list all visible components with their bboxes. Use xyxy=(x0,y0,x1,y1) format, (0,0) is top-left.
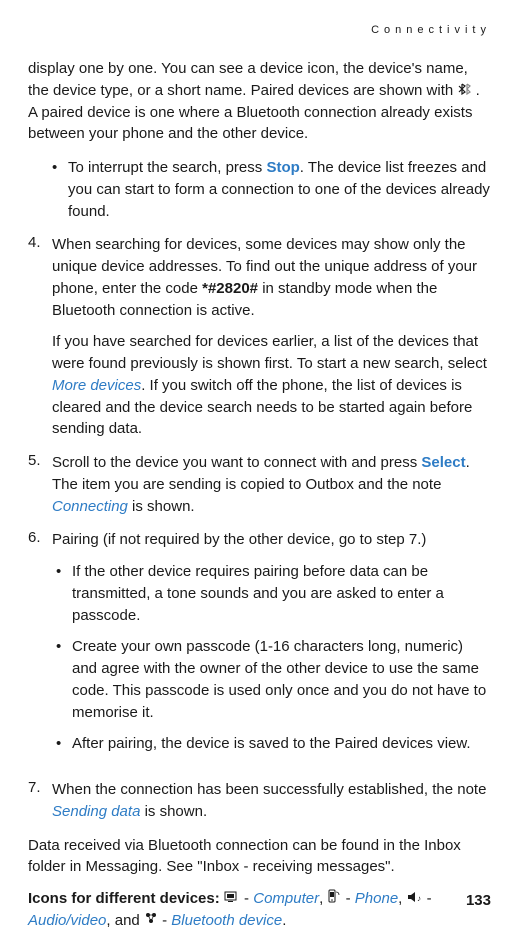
step-7: 7. When the connection has been successf… xyxy=(28,779,491,823)
step-4: 4. When searching for devices, some devi… xyxy=(28,234,491,440)
step-content: Scroll to the device you want to connect… xyxy=(52,452,491,517)
audio-video-label: Audio/video xyxy=(28,912,106,929)
step4-p2-a: If you have searched for devices earlier… xyxy=(52,333,487,372)
step-number: 4. xyxy=(28,234,52,440)
dash: - xyxy=(341,890,354,907)
intro-bullet-list: To interrupt the search, press Stop. The… xyxy=(28,157,491,222)
step-number: 5. xyxy=(28,452,52,517)
comma: , xyxy=(319,890,327,907)
step-6: 6. Pairing (if not required by the other… xyxy=(28,529,491,767)
svg-text:♪: ♪ xyxy=(417,894,421,903)
more-devices-label: More devices xyxy=(52,377,141,394)
paired-bluetooth-icon xyxy=(457,80,471,102)
page-number: 133 xyxy=(466,892,491,909)
phone-label: Phone xyxy=(355,890,398,907)
step5-text-c: is shown. xyxy=(128,498,195,515)
icons-label: Icons for different devices: xyxy=(28,890,220,907)
audio-video-icon: ♪ xyxy=(407,888,423,910)
stop-action-label: Stop xyxy=(266,159,299,176)
list-item: After pairing, the device is saved to th… xyxy=(56,733,491,755)
step-content: Pairing (if not required by the other de… xyxy=(52,529,491,767)
page-header-title: Connectivity xyxy=(28,24,491,36)
bluetooth-device-icon xyxy=(144,910,158,932)
icons-legend: Icons for different devices: - Computer,… xyxy=(28,888,491,932)
step4-code: *#2820# xyxy=(202,280,258,297)
step6-text: Pairing (if not required by the other de… xyxy=(52,529,491,551)
list-item: If the other device requires pairing bef… xyxy=(56,561,491,626)
list-item: To interrupt the search, press Stop. The… xyxy=(52,157,491,222)
sending-data-label: Sending data xyxy=(52,803,140,820)
step-5: 5. Scroll to the device you want to conn… xyxy=(28,452,491,517)
footer-paragraph-1: Data received via Bluetooth connection c… xyxy=(28,835,491,879)
select-action-label: Select xyxy=(421,454,465,471)
step-number: 7. xyxy=(28,779,52,823)
computer-icon xyxy=(224,888,240,910)
and-text: , and xyxy=(106,912,144,929)
list-item: Create your own passcode (1-16 character… xyxy=(56,636,491,723)
dash: - xyxy=(240,890,253,907)
bluetooth-device-label: Bluetooth device xyxy=(171,912,282,929)
bullet1-text-a: To interrupt the search, press xyxy=(68,159,266,176)
connecting-label: Connecting xyxy=(52,498,128,515)
step-number: 6. xyxy=(28,529,52,767)
period: . xyxy=(282,912,286,929)
intro-paragraph: display one by one. You can see a device… xyxy=(28,58,491,145)
step-content: When the connection has been successfull… xyxy=(52,779,491,823)
computer-label: Computer xyxy=(253,890,319,907)
phone-icon xyxy=(327,888,341,910)
step7-text-a: When the connection has been successfull… xyxy=(52,781,486,798)
comma: , xyxy=(398,890,406,907)
dash: - xyxy=(423,890,432,907)
step5-text-a: Scroll to the device you want to connect… xyxy=(52,454,421,471)
step7-text-b: is shown. xyxy=(140,803,207,820)
dash: - xyxy=(158,912,171,929)
intro-text-a: display one by one. You can see a device… xyxy=(28,60,468,99)
step-content: When searching for devices, some devices… xyxy=(52,234,491,440)
